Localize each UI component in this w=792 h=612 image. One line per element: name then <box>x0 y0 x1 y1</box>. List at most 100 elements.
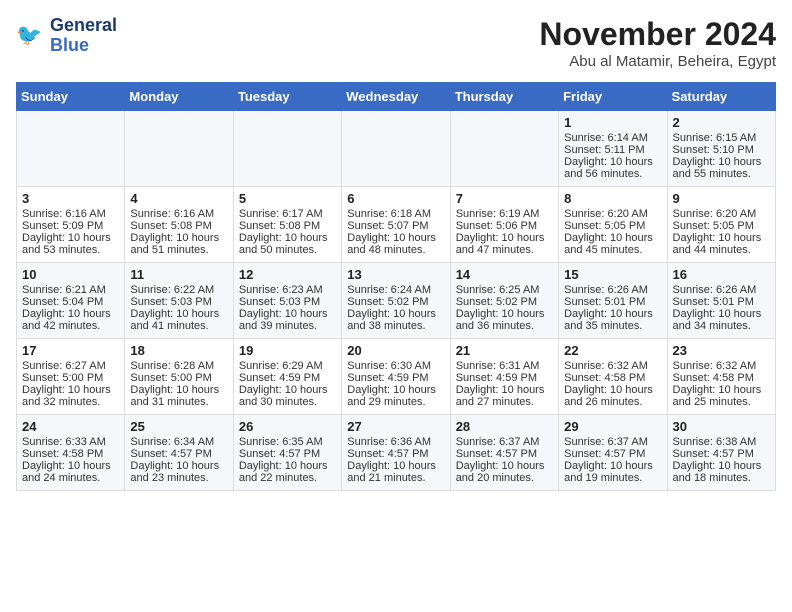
day-number: 24 <box>22 419 119 434</box>
day-number: 6 <box>347 191 444 206</box>
day-number: 26 <box>239 419 336 434</box>
day-number: 15 <box>564 267 661 282</box>
day-number: 25 <box>130 419 227 434</box>
calendar-cell: 10Sunrise: 6:21 AMSunset: 5:04 PMDayligh… <box>17 263 125 339</box>
day-number: 4 <box>130 191 227 206</box>
sunset: Sunset: 5:05 PM <box>673 220 754 232</box>
day-number: 21 <box>456 343 553 358</box>
day-number: 23 <box>673 343 770 358</box>
header-day-saturday: Saturday <box>667 83 775 111</box>
sunrise: Sunrise: 6:34 AM <box>130 436 214 448</box>
calendar-cell: 11Sunrise: 6:22 AMSunset: 5:03 PMDayligh… <box>125 263 233 339</box>
day-number: 9 <box>673 191 770 206</box>
calendar-header: SundayMondayTuesdayWednesdayThursdayFrid… <box>17 83 776 111</box>
sunrise: Sunrise: 6:16 AM <box>130 208 214 220</box>
calendar-cell: 23 Sunrise: 6:32 AMSunset: 4:58 PMDayligh… <box>667 339 775 415</box>
day-number: 17 <box>22 343 119 358</box>
daylight: Daylight: 10 hours and 27 minutes. <box>456 384 545 408</box>
header-day-sunday: Sunday <box>17 83 125 111</box>
sunrise: Sunrise: 6:23 AM <box>239 284 323 296</box>
daylight: Daylight: 10 hours and 56 minutes. <box>564 156 653 180</box>
sunrise: Sunrise: 6:25 AM <box>456 284 540 296</box>
location: Abu al Matamir, Beheira, Egypt <box>539 53 776 70</box>
calendar-cell <box>450 111 558 187</box>
day-number: 5 <box>239 191 336 206</box>
daylight: Daylight: 10 hours and 44 minutes. <box>673 232 762 256</box>
day-number: 2 <box>673 115 770 130</box>
calendar-cell: 30Sunrise: 6:38 AMSunset: 4:57 PMDayligh… <box>667 415 775 491</box>
sunset: Sunset: 4:59 PM <box>239 372 320 384</box>
svg-text:🐦: 🐦 <box>16 24 42 47</box>
sunset: Sunset: 4:57 PM <box>347 448 428 460</box>
daylight: Daylight: 10 hours and 42 minutes. <box>22 308 111 332</box>
calendar-cell: 24Sunrise: 6:33 AMSunset: 4:58 PMDayligh… <box>17 415 125 491</box>
day-number: 22 <box>564 343 661 358</box>
sunset: Sunset: 5:03 PM <box>130 296 211 308</box>
calendar-cell: 22Sunrise: 6:32 AMSunset: 4:58 PMDayligh… <box>559 339 667 415</box>
calendar-cell: 8Sunrise: 6:20 AMSunset: 5:05 PMDaylight… <box>559 187 667 263</box>
calendar-cell: 26Sunrise: 6:35 AMSunset: 4:57 PMDayligh… <box>233 415 341 491</box>
daylight: Daylight: 10 hours and 29 minutes. <box>347 384 436 408</box>
calendar-cell: 21Sunrise: 6:31 AMSunset: 4:59 PMDayligh… <box>450 339 558 415</box>
calendar-cell: 13Sunrise: 6:24 AMSunset: 5:02 PMDayligh… <box>342 263 450 339</box>
calendar-cell: 5Sunrise: 6:17 AMSunset: 5:08 PMDaylight… <box>233 187 341 263</box>
sunset: Sunset: 5:08 PM <box>239 220 320 232</box>
sunrise: Sunrise: 6:29 AM <box>239 360 323 372</box>
daylight: Daylight: 10 hours and 53 minutes. <box>22 232 111 256</box>
day-number: 13 <box>347 267 444 282</box>
sunset: Sunset: 4:58 PM <box>673 372 754 384</box>
daylight: Daylight: 10 hours and 21 minutes. <box>347 460 436 484</box>
calendar-cell: 1Sunrise: 6:14 AMSunset: 5:11 PMDaylight… <box>559 111 667 187</box>
day-number: 7 <box>456 191 553 206</box>
sunset: Sunset: 5:09 PM <box>22 220 103 232</box>
sunrise: Sunrise: 6:17 AM <box>239 208 323 220</box>
calendar-cell: 6Sunrise: 6:18 AMSunset: 5:07 PMDaylight… <box>342 187 450 263</box>
daylight: Daylight: 10 hours and 35 minutes. <box>564 308 653 332</box>
sunset: Sunset: 5:02 PM <box>347 296 428 308</box>
title-block: November 2024 Abu al Matamir, Beheira, E… <box>539 16 776 70</box>
sunrise: Sunrise: 6:21 AM <box>22 284 106 296</box>
sunrise: Sunrise: 6:20 AM <box>673 208 757 220</box>
header-day-thursday: Thursday <box>450 83 558 111</box>
sunrise: Sunrise: 6:28 AM <box>130 360 214 372</box>
sunrise: Sunrise: 6:24 AM <box>347 284 431 296</box>
sunset: Sunset: 5:05 PM <box>564 220 645 232</box>
sunset: Sunset: 5:03 PM <box>239 296 320 308</box>
calendar-cell: 18Sunrise: 6:28 AMSunset: 5:00 PMDayligh… <box>125 339 233 415</box>
daylight: Daylight: 10 hours and 24 minutes. <box>22 460 111 484</box>
calendar-cell: 4Sunrise: 6:16 AMSunset: 5:08 PMDaylight… <box>125 187 233 263</box>
calendar-cell: 3Sunrise: 6:16 AMSunset: 5:09 PMDaylight… <box>17 187 125 263</box>
calendar-cell: 28Sunrise: 6:37 AMSunset: 4:57 PMDayligh… <box>450 415 558 491</box>
daylight: Daylight: 10 hours and 36 minutes. <box>456 308 545 332</box>
calendar-cell: 2Sunrise: 6:15 AMSunset: 5:10 PMDaylight… <box>667 111 775 187</box>
sunrise: Sunrise: 6:30 AM <box>347 360 431 372</box>
calendar-body: 1Sunrise: 6:14 AMSunset: 5:11 PMDaylight… <box>17 111 776 491</box>
calendar-cell <box>125 111 233 187</box>
sunrise: Sunrise: 6:37 AM <box>456 436 540 448</box>
calendar-cell: 7Sunrise: 6:19 AMSunset: 5:06 PMDaylight… <box>450 187 558 263</box>
calendar-cell: 19Sunrise: 6:29 AMSunset: 4:59 PMDayligh… <box>233 339 341 415</box>
daylight: Daylight: 10 hours and 30 minutes. <box>239 384 328 408</box>
logo: 🐦 General Blue <box>16 16 117 56</box>
daylight: Daylight: 10 hours and 51 minutes. <box>130 232 219 256</box>
sunset: Sunset: 5:10 PM <box>673 144 754 156</box>
daylight: Daylight: 10 hours and 18 minutes. <box>673 460 762 484</box>
sunrise: Sunrise: 6:31 AM <box>456 360 540 372</box>
calendar-cell: 25Sunrise: 6:34 AMSunset: 4:57 PMDayligh… <box>125 415 233 491</box>
day-number: 16 <box>673 267 770 282</box>
calendar-cell: 29Sunrise: 6:37 AMSunset: 4:57 PMDayligh… <box>559 415 667 491</box>
sunset: Sunset: 5:06 PM <box>456 220 537 232</box>
sunset: Sunset: 5:01 PM <box>564 296 645 308</box>
sunrise: Sunrise: 6:33 AM <box>22 436 106 448</box>
daylight: Daylight: 10 hours and 26 minutes. <box>564 384 653 408</box>
daylight: Daylight: 10 hours and 45 minutes. <box>564 232 653 256</box>
day-number: 14 <box>456 267 553 282</box>
week-row-1: 1Sunrise: 6:14 AMSunset: 5:11 PMDaylight… <box>17 111 776 187</box>
sunrise: Sunrise: 6:16 AM <box>22 208 106 220</box>
sunrise: Sunrise: 6:32 AM <box>673 360 757 372</box>
sunrise: Sunrise: 6:37 AM <box>564 436 648 448</box>
daylight: Daylight: 10 hours and 25 minutes. <box>673 384 762 408</box>
header-day-monday: Monday <box>125 83 233 111</box>
sunset: Sunset: 4:59 PM <box>347 372 428 384</box>
sunrise: Sunrise: 6:26 AM <box>564 284 648 296</box>
